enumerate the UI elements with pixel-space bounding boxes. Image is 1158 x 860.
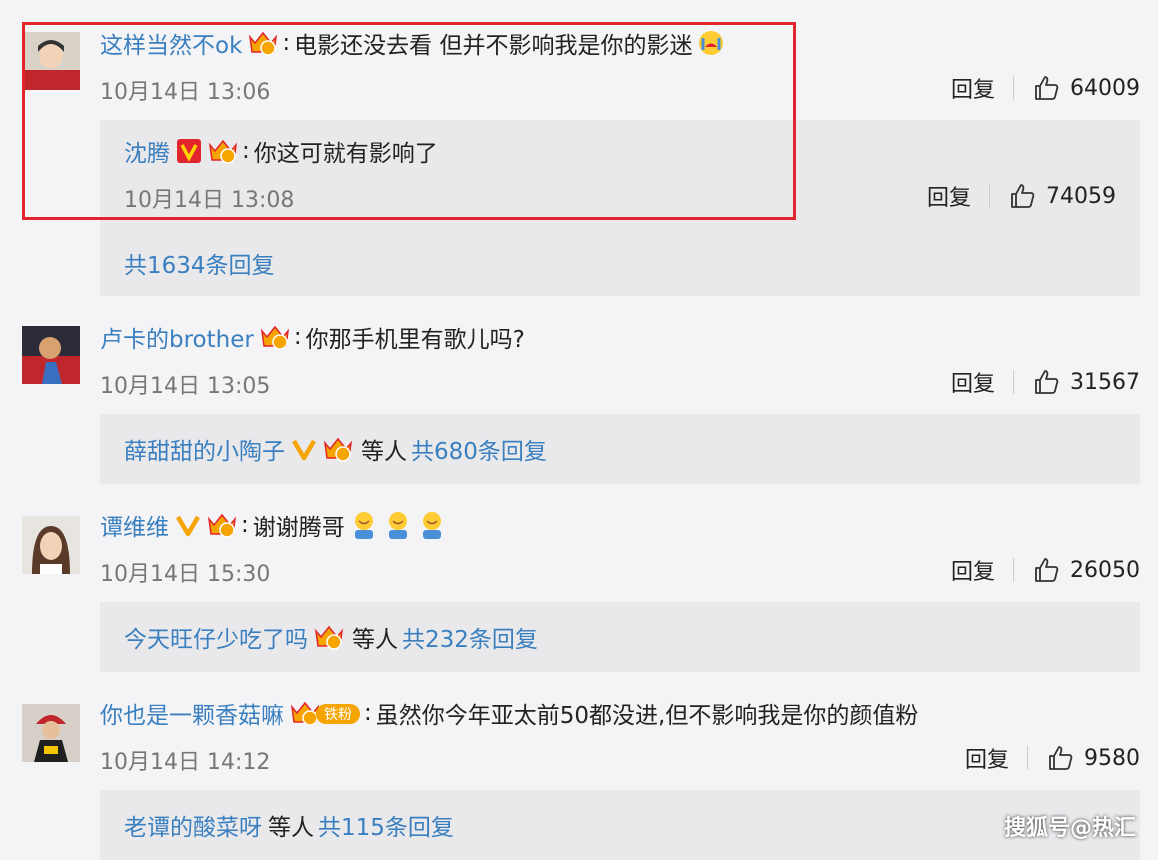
- reply-summary-box: 薛甜甜的小陶子 等人 共680条回复: [100, 414, 1140, 484]
- more-replies-link[interactable]: 共680条回复: [411, 432, 547, 466]
- more-replies-link[interactable]: 共1634条回复: [124, 246, 275, 280]
- reply-button[interactable]: 回复: [965, 742, 1009, 774]
- username[interactable]: 卢卡的brother: [100, 320, 254, 354]
- like-count: 26050: [1070, 557, 1140, 583]
- like-count: 74059: [1046, 183, 1116, 209]
- more-replies-link[interactable]: 共232条回复: [402, 620, 538, 654]
- hug-emoji-icon: [349, 510, 379, 540]
- vip-crown-icon: [321, 434, 355, 464]
- comment-time: 10月14日 15:30: [100, 562, 271, 587]
- colon: :: [364, 700, 372, 726]
- reply-button[interactable]: 回复: [951, 366, 995, 398]
- divider: [989, 184, 990, 208]
- avatar[interactable]: [22, 326, 80, 384]
- divider: [1027, 746, 1028, 770]
- divider: [1013, 370, 1014, 394]
- avatar[interactable]: [22, 704, 80, 762]
- verified-v-icon: [291, 436, 317, 462]
- replier-username[interactable]: 今天旺仔少吃了吗: [124, 620, 308, 654]
- comment-time: 10月14日 14:12: [100, 750, 271, 775]
- comment-text: 谢谢腾哥: [252, 515, 345, 541]
- comment-time: 10月14日 13:05: [100, 374, 271, 399]
- reply-button[interactable]: 回复: [927, 180, 971, 212]
- vip-crown-icon: [312, 622, 346, 652]
- fan-badge-icon: 铁粉: [288, 698, 362, 728]
- reply-button[interactable]: 回复: [951, 72, 995, 104]
- comment-actions: 回复 9580: [965, 742, 1140, 774]
- hug-emoji-icon: [417, 510, 447, 540]
- vip-crown-icon: [258, 322, 292, 352]
- like-count: 31567: [1070, 369, 1140, 395]
- vip-crown-icon: [205, 510, 239, 540]
- colon: :: [241, 512, 249, 538]
- divider: [1013, 558, 1014, 582]
- comment-actions: 回复 64009: [951, 72, 1140, 104]
- thumbs-up-icon[interactable]: [1032, 556, 1060, 584]
- replier-username[interactable]: 薛甜甜的小陶子: [124, 432, 285, 466]
- fan-badge-label: 铁粉: [324, 707, 352, 723]
- highlight-box: [22, 22, 796, 220]
- reply-summary-box: 今天旺仔少吃了吗 等人 共232条回复: [100, 602, 1140, 672]
- divider: [1013, 76, 1014, 100]
- reply-button[interactable]: 回复: [951, 554, 995, 586]
- username[interactable]: 谭维维: [100, 508, 169, 542]
- replier-username[interactable]: 老谭的酸菜呀: [124, 808, 262, 842]
- comment-text: 虽然你今年亚太前50都没进,但不影响我是你的颜值粉: [375, 703, 919, 729]
- watermark: 搜狐号@热汇: [1003, 816, 1136, 841]
- thumbs-up-icon[interactable]: [1008, 182, 1036, 210]
- avatar[interactable]: [22, 516, 80, 574]
- thumbs-up-icon[interactable]: [1032, 368, 1060, 396]
- hug-emoji-icon: [383, 510, 413, 540]
- and-others-label: 等人: [352, 627, 398, 653]
- colon: :: [293, 324, 302, 350]
- reply-summary-box: 老谭的酸菜呀 等人 共115条回复: [100, 790, 1140, 860]
- and-others-label: 等人: [361, 439, 407, 465]
- comment-text: 你那手机里有歌儿吗?: [305, 327, 525, 353]
- like-count: 9580: [1084, 745, 1140, 771]
- comment-actions: 回复 31567: [951, 366, 1140, 398]
- verified-v-icon: [175, 512, 201, 538]
- thumbs-up-icon[interactable]: [1032, 74, 1060, 102]
- like-count: 64009: [1070, 75, 1140, 101]
- and-others-label: 等人: [268, 815, 314, 841]
- reply-actions: 回复 74059: [927, 180, 1116, 212]
- thumbs-up-icon[interactable]: [1046, 744, 1074, 772]
- more-replies-link[interactable]: 共115条回复: [318, 808, 454, 842]
- username[interactable]: 你也是一颗香菇嘛: [100, 696, 284, 730]
- comment-actions: 回复 26050: [951, 554, 1140, 586]
